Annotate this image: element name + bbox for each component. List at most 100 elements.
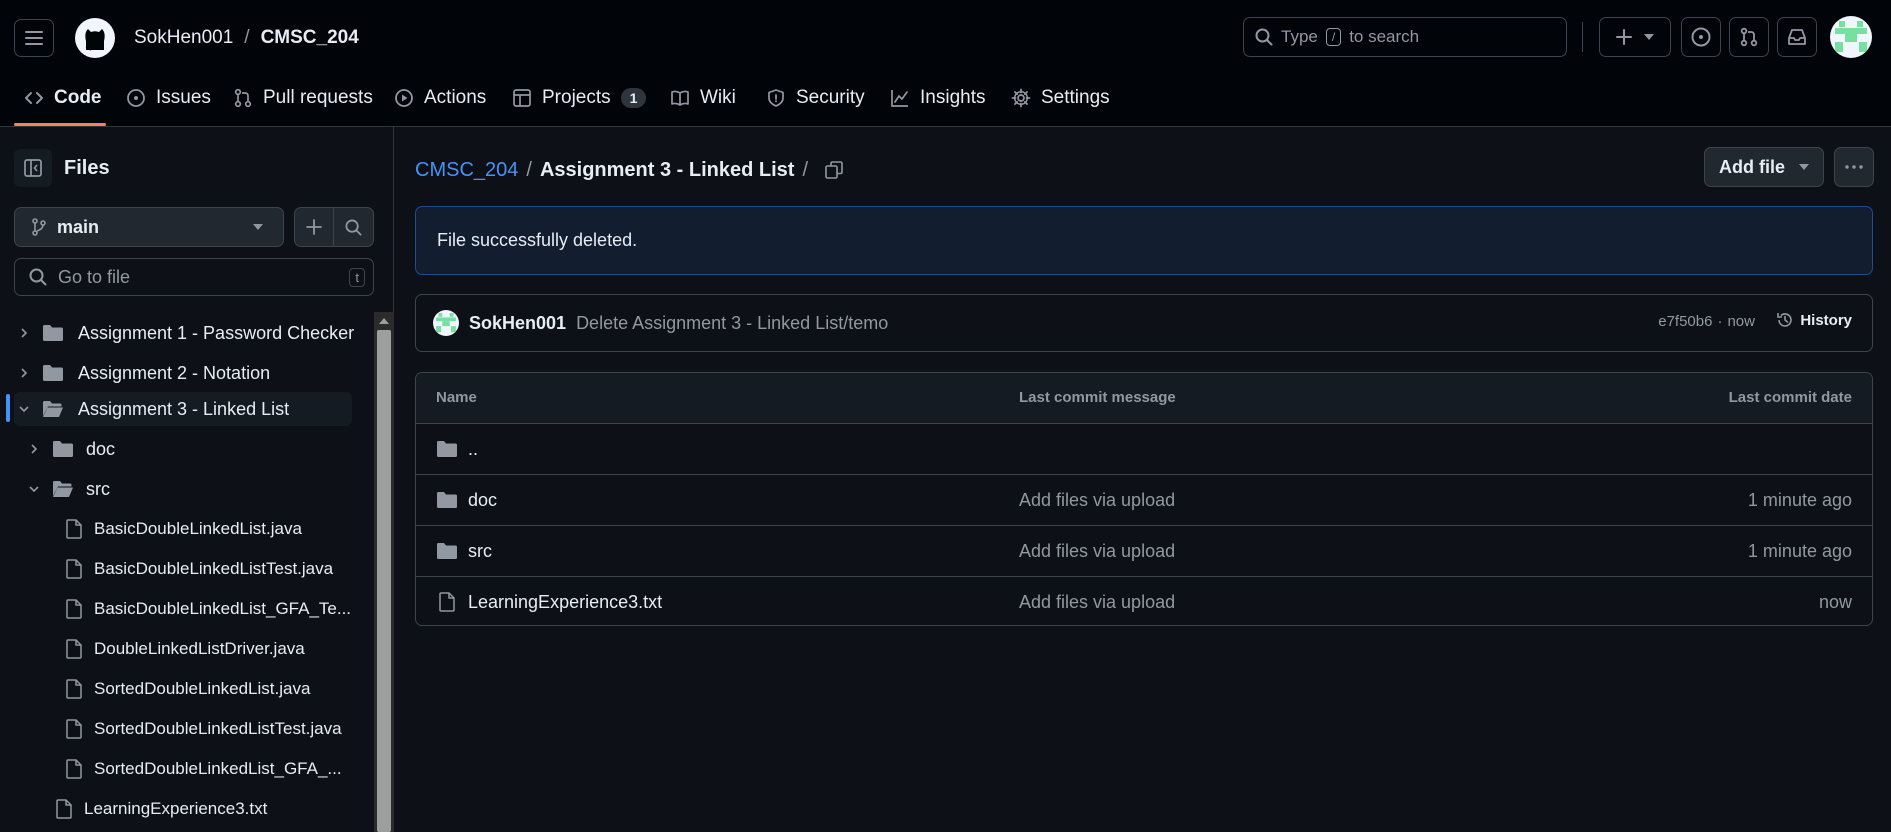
commit-message[interactable]: Delete Assignment 3 - Linked List/temo <box>576 313 888 334</box>
search-input[interactable]: Type / to search <box>1243 17 1567 57</box>
file-icon <box>66 519 82 539</box>
entry-commit-message[interactable]: Add files via upload <box>1019 592 1175 613</box>
folder-icon <box>53 441 73 457</box>
file-icon <box>66 679 82 699</box>
tab-settings[interactable]: Settings <box>1011 84 1110 112</box>
chevron-right-icon <box>21 368 28 378</box>
inbox-icon <box>1788 29 1806 45</box>
entry-name[interactable]: src <box>468 541 492 562</box>
graph-icon <box>891 90 908 107</box>
play-icon <box>395 89 413 107</box>
avatar[interactable] <box>1830 16 1872 58</box>
tab-insights[interactable]: Insights <box>890 84 985 112</box>
breadcrumb-repo-link[interactable]: CMSC_204 <box>415 159 518 182</box>
tab-wiki[interactable]: Wiki <box>670 84 736 112</box>
commit-meta: e7f50b6 · now <box>1658 313 1755 330</box>
issues-button[interactable] <box>1681 17 1721 57</box>
tree-label: SortedDoubleLinkedList.java <box>94 679 311 698</box>
table-row[interactable]: src Add files via upload 1 minute ago <box>416 526 1872 577</box>
triangle-down-icon <box>1644 34 1654 40</box>
tree-file[interactable]: DoubleLinkedListDriver.java <box>66 631 305 667</box>
table-row[interactable]: doc Add files via upload 1 minute ago <box>416 475 1872 526</box>
tree-file[interactable]: BasicDoubleLinkedList_GFA_Te... <box>66 591 351 627</box>
tree-label: BasicDoubleLinkedList_GFA_Te... <box>94 599 352 618</box>
header-divider <box>1582 22 1583 52</box>
sidebar-collapse-icon <box>24 159 42 177</box>
create-new-button[interactable] <box>1599 17 1671 57</box>
breadcrumb-separator: / <box>244 27 250 48</box>
tree-file[interactable]: LearningExperience3.txt <box>56 791 267 827</box>
tab-pull-requests-label: Pull requests <box>263 87 373 108</box>
inbox-button[interactable] <box>1777 17 1817 57</box>
table-row[interactable]: .. <box>416 424 1872 475</box>
entry-commit-date: 1 minute ago <box>1747 490 1852 510</box>
breadcrumb-current-folder: Assignment 3 - Linked List <box>539 158 795 181</box>
tree-label: SortedDoubleLinkedListTest.java <box>94 719 342 738</box>
file-icon <box>66 599 82 619</box>
tree-folder-assignment-2[interactable]: Assignment 2 - Notation <box>18 355 270 391</box>
add-file-button[interactable] <box>295 208 334 246</box>
more-options-button[interactable] <box>1834 147 1874 187</box>
github-logo-icon[interactable] <box>74 17 116 59</box>
tree-file[interactable]: SortedDoubleLinkedListTest.java <box>66 711 342 747</box>
folder-open-icon <box>43 401 63 417</box>
tab-security[interactable]: Security <box>766 84 865 112</box>
tree-label: BasicDoubleLinkedList.java <box>94 519 302 538</box>
history-button[interactable]: History <box>1776 311 1852 329</box>
breadcrumb-trailing-separator: / <box>802 158 808 181</box>
pull-requests-button[interactable] <box>1729 17 1769 57</box>
sidebar-scrollbar[interactable] <box>374 312 394 832</box>
kebab-horizontal-icon <box>1845 165 1863 169</box>
tree-file[interactable]: BasicDoubleLinkedListTest.java <box>66 551 333 587</box>
tree-file[interactable]: SortedDoubleLinkedList_GFA_... <box>66 751 342 787</box>
entry-commit-message[interactable]: Add files via upload <box>1019 490 1175 511</box>
copy-icon[interactable] <box>824 160 844 180</box>
flash-message: File successfully deleted. <box>415 206 1873 275</box>
tab-projects[interactable]: Projects 1 <box>512 84 647 112</box>
tab-code[interactable]: Code <box>24 84 102 112</box>
tree-folder-assignment-1[interactable]: Assignment 1 - Password Checker <box>18 315 354 351</box>
commit-dot: · <box>1717 313 1723 330</box>
tab-security-label: Security <box>796 87 865 108</box>
table-row[interactable]: LearningExperience3.txt Add files via up… <box>416 577 1872 625</box>
collapse-sidebar-button[interactable] <box>14 149 52 187</box>
directory-listing-table: Name Last commit message Last commit dat… <box>415 372 1873 626</box>
entry-name[interactable]: LearningExperience3.txt <box>468 592 662 613</box>
tab-actions[interactable]: Actions <box>394 84 486 112</box>
scrollbar-thumb[interactable] <box>377 330 391 832</box>
scrollbar-up-arrow[interactable] <box>379 318 389 324</box>
tree-folder-assignment-3[interactable]: Assignment 3 - Linked List <box>18 391 289 427</box>
tree-label: LearningExperience3.txt <box>84 799 268 818</box>
entry-commit-message[interactable]: Add files via upload <box>1019 541 1175 562</box>
tab-issues[interactable]: Issues <box>126 84 211 112</box>
entry-name[interactable]: .. <box>468 439 478 460</box>
commit-author[interactable]: SokHen001 <box>469 313 566 334</box>
sidebar-title: Files <box>64 157 110 179</box>
tree-label: doc <box>86 438 116 459</box>
branch-selector[interactable]: main <box>14 207 284 247</box>
commit-author-avatar[interactable] <box>433 310 459 336</box>
search-icon <box>29 268 47 286</box>
tree-label: DoubleLinkedListDriver.java <box>94 639 305 658</box>
search-icon <box>1255 28 1273 46</box>
breadcrumb-separator: / <box>526 158 532 181</box>
folder-icon <box>43 325 63 341</box>
commit-sha[interactable]: e7f50b6 <box>1658 313 1712 330</box>
repo-link[interactable]: CMSC_204 <box>261 27 359 49</box>
owner-link[interactable]: SokHen001 <box>134 27 233 49</box>
tree-file[interactable]: BasicDoubleLinkedList.java <box>66 511 302 547</box>
menu-button[interactable] <box>14 19 54 57</box>
app-header: SokHen001 / CMSC_204 Type / to search Co… <box>0 0 1891 127</box>
tree-file[interactable]: SortedDoubleLinkedList.java <box>66 671 310 707</box>
add-file-dropdown-button[interactable]: Add file <box>1704 147 1824 187</box>
issue-opened-icon <box>127 89 145 107</box>
tree-label: Assignment 3 - Linked List <box>78 398 290 419</box>
search-files-button[interactable] <box>334 208 373 246</box>
tree-folder-src[interactable]: src <box>28 471 110 507</box>
tree-folder-doc[interactable]: doc <box>28 431 115 467</box>
git-pull-request-icon <box>1740 27 1758 47</box>
tab-pull-requests[interactable]: Pull requests <box>233 84 373 112</box>
entry-name[interactable]: doc <box>468 490 497 511</box>
go-to-file-input[interactable]: Go to file t <box>14 258 374 296</box>
folder-icon <box>437 543 457 559</box>
